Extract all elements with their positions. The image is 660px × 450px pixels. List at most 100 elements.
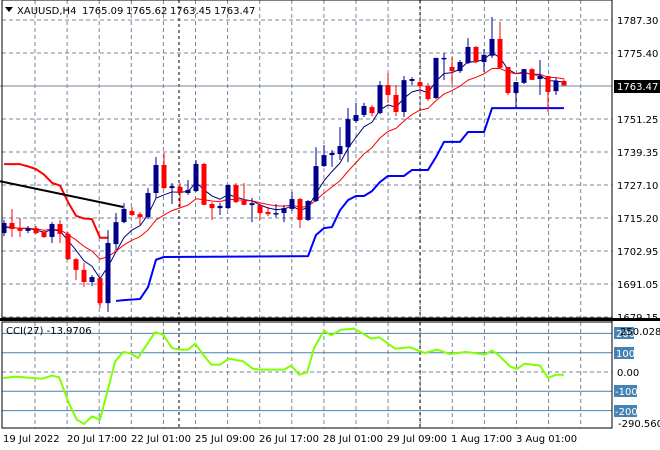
candle xyxy=(385,73,391,103)
candle xyxy=(145,188,151,220)
candle-body xyxy=(225,185,231,209)
candle xyxy=(353,102,359,123)
candle-body xyxy=(185,189,191,194)
open-value: 1765.09 xyxy=(82,6,123,17)
candle-body xyxy=(489,38,495,56)
main-panel-frame xyxy=(1,0,613,319)
candle xyxy=(441,52,447,81)
candle-body xyxy=(321,155,327,167)
candle-body xyxy=(449,66,455,72)
chart-window[interactable]: XAUUSD,H4 1765.09 1765.62 1763.45 1763.4… xyxy=(0,0,660,450)
candle xyxy=(25,225,31,234)
cci-panel[interactable] xyxy=(2,327,612,425)
candle xyxy=(529,68,535,81)
cci-min-label: -290.5605 xyxy=(618,419,660,430)
candle xyxy=(57,219,63,243)
candle-body xyxy=(529,69,535,80)
candle-body xyxy=(305,200,311,220)
candle xyxy=(449,57,455,84)
candle-body xyxy=(233,185,239,203)
candles[interactable] xyxy=(1,16,567,312)
time-axis[interactable]: 19 Jul 2022 20 Jul 17:00 22 Jul 01:00 25… xyxy=(3,434,577,445)
candle xyxy=(73,258,79,281)
candle xyxy=(105,230,111,312)
price-label: 1751.25 xyxy=(617,115,658,126)
candle-body xyxy=(425,85,431,100)
candle xyxy=(153,157,159,198)
candle xyxy=(161,152,167,190)
candle-body xyxy=(73,259,79,270)
candle-body xyxy=(169,186,175,189)
candle-body xyxy=(385,85,391,95)
candle xyxy=(201,163,207,206)
time-label: 29 Jul 09:00 xyxy=(387,434,447,445)
candle-body xyxy=(33,228,39,234)
candle-body xyxy=(25,228,31,231)
price-label: 1775.40 xyxy=(617,49,658,60)
time-label: 26 Jul 17:00 xyxy=(259,434,319,445)
cci-level-label: -100 xyxy=(615,387,638,398)
candle-body xyxy=(465,46,471,64)
candle xyxy=(97,278,103,309)
candle xyxy=(177,183,183,208)
candle-body xyxy=(265,211,271,215)
candle xyxy=(409,77,415,86)
candle-body xyxy=(81,269,87,282)
candle-body xyxy=(513,82,519,94)
candle-body xyxy=(433,57,439,98)
candle-body xyxy=(497,38,503,68)
candle-body xyxy=(241,200,247,205)
candle-body xyxy=(9,222,15,229)
candle-body xyxy=(289,199,295,209)
candle xyxy=(393,85,399,117)
candle-body xyxy=(393,94,399,112)
candle-body xyxy=(417,82,423,86)
price-label: 1691.05 xyxy=(617,280,658,291)
cci-line xyxy=(3,327,564,425)
candle xyxy=(473,46,479,64)
slow-moving-average xyxy=(3,67,565,260)
candle-body xyxy=(201,163,207,205)
candle-body xyxy=(457,62,463,72)
candle xyxy=(113,213,119,251)
candle-body xyxy=(209,203,215,209)
candle xyxy=(17,218,23,237)
price-label: 1787.30 xyxy=(617,16,658,27)
cci-panel-frame xyxy=(1,321,613,429)
candle xyxy=(465,38,471,64)
indicator-lines xyxy=(0,52,565,302)
candle-body xyxy=(409,79,415,81)
cci-max-label: 250.0282 xyxy=(620,327,660,338)
candle-body xyxy=(337,146,343,155)
candle-body xyxy=(505,66,511,94)
candle-body xyxy=(345,119,351,148)
candle-body xyxy=(329,152,335,156)
dropdown-triangle-icon[interactable] xyxy=(5,7,13,12)
candle-body xyxy=(273,213,279,215)
time-label: 28 Jul 01:00 xyxy=(323,434,383,445)
candle-body xyxy=(297,199,303,220)
candle xyxy=(513,82,519,109)
candle xyxy=(129,207,135,217)
time-label: 19 Jul 2022 xyxy=(3,434,60,445)
price-axis[interactable]: 1787.30 1775.40 1763.47 1751.25 1739.35 … xyxy=(614,16,660,324)
candle xyxy=(377,80,383,115)
candle-body xyxy=(65,233,71,260)
cci-zero-label: 0.00 xyxy=(617,368,639,379)
candle xyxy=(289,191,295,212)
candle xyxy=(345,108,351,162)
candle xyxy=(233,183,239,204)
candle-body xyxy=(89,277,95,282)
panel-splitter[interactable] xyxy=(0,318,660,321)
candle xyxy=(369,105,375,117)
price-label: 1702.95 xyxy=(617,247,658,258)
candle xyxy=(33,225,39,234)
candle xyxy=(193,160,199,192)
time-label: 3 Aug 01:00 xyxy=(516,434,577,445)
fast-moving-average xyxy=(3,52,565,280)
candle xyxy=(321,144,327,167)
candle xyxy=(497,21,503,69)
cci-level-label: 100 xyxy=(616,349,635,360)
candle xyxy=(65,232,71,261)
candle-body xyxy=(113,222,119,245)
